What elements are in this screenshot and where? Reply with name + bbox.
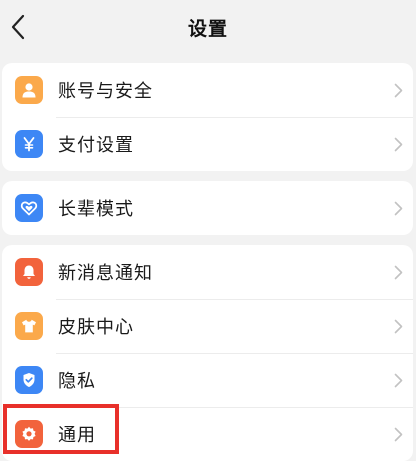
settings-item-label: 新消息通知 — [58, 263, 153, 284]
settings-item-label: 长辈模式 — [58, 199, 134, 220]
navigation-bar: 设置 — [0, 0, 416, 56]
settings-item-skin-center[interactable]: 皮肤中心 — [2, 299, 413, 353]
settings-item-account-security[interactable]: 账号与安全 — [2, 63, 413, 117]
heart-shield-icon — [15, 194, 43, 222]
settings-group-account: 账号与安全 支付设置 — [2, 63, 413, 171]
chevron-right-icon — [393, 82, 403, 98]
bell-icon — [15, 258, 43, 286]
settings-item-elder-mode[interactable]: 长辈模式 — [2, 181, 413, 235]
settings-item-label: 皮肤中心 — [58, 317, 134, 338]
chevron-right-icon — [393, 426, 403, 442]
settings-item-label: 通用 — [58, 425, 96, 446]
chevron-right-icon — [393, 264, 403, 280]
yen-icon — [15, 130, 43, 158]
settings-page: 设置 账号与安全 支付设置 长辈模式 新消息通知 皮肤中心 隐私 通用 — [0, 0, 416, 461]
settings-item-notifications[interactable]: 新消息通知 — [2, 245, 413, 299]
person-icon — [15, 76, 43, 104]
settings-item-payment[interactable]: 支付设置 — [2, 117, 413, 171]
page-title: 设置 — [187, 18, 228, 40]
shield-check-icon — [15, 366, 43, 394]
tshirt-icon — [15, 312, 43, 340]
settings-group-elder: 长辈模式 — [2, 181, 413, 235]
chevron-right-icon — [393, 136, 403, 152]
chevron-right-icon — [393, 318, 403, 334]
chevron-right-icon — [393, 372, 403, 388]
chevron-right-icon — [393, 200, 403, 216]
gear-icon — [15, 420, 43, 448]
settings-item-label: 隐私 — [58, 371, 96, 392]
settings-group-general: 新消息通知 皮肤中心 隐私 通用 — [2, 245, 413, 461]
settings-item-label: 支付设置 — [58, 135, 134, 156]
settings-item-general[interactable]: 通用 — [2, 407, 413, 461]
settings-item-privacy[interactable]: 隐私 — [2, 353, 413, 407]
settings-item-label: 账号与安全 — [58, 81, 153, 102]
